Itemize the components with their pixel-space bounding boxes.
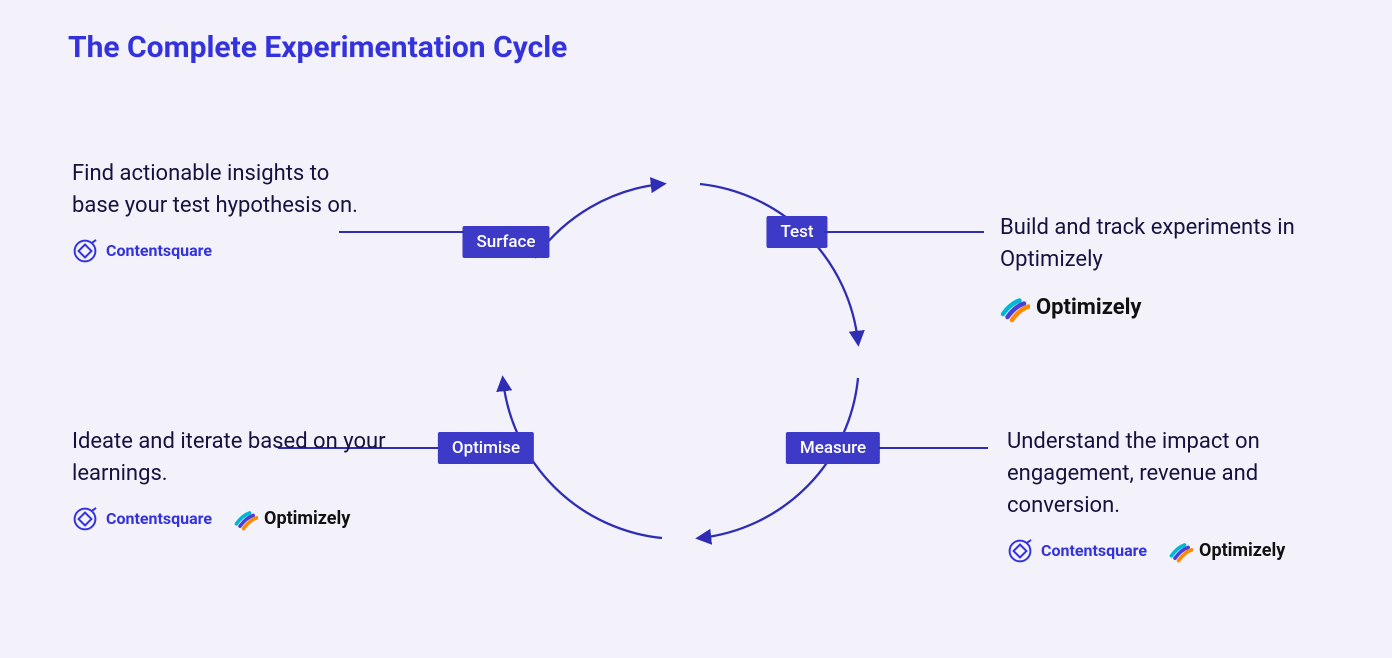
contentsquare-icon (72, 506, 98, 532)
block-test: Build and track experiments in Optimizel… (1000, 212, 1310, 324)
node-surface: Surface (462, 226, 549, 258)
node-measure: Measure (786, 432, 880, 464)
contentsquare-label: Contentsquare (106, 239, 212, 262)
connector-measure (878, 447, 988, 449)
optimizely-logo: Optimizely (1169, 538, 1285, 564)
optimizely-logo: Optimizely (234, 506, 350, 532)
block-surface: Find actionable insights to base your te… (72, 158, 362, 264)
contentsquare-label: Contentsquare (1041, 539, 1147, 562)
connector-test (824, 231, 984, 233)
measure-text: Understand the impact on engagement, rev… (1007, 426, 1327, 522)
optimizely-label: Optimizely (1036, 292, 1142, 324)
contentsquare-label: Contentsquare (106, 507, 212, 530)
block-optimise: Ideate and iterate based on your learnin… (72, 426, 412, 532)
optimise-text: Ideate and iterate based on your learnin… (72, 426, 412, 490)
surface-text: Find actionable insights to base your te… (72, 158, 362, 222)
contentsquare-logo: Contentsquare (72, 238, 212, 264)
node-optimise: Optimise (438, 432, 534, 464)
optimizely-icon (1169, 539, 1193, 563)
optimizely-icon (234, 507, 258, 531)
optimizely-label: Optimizely (1199, 538, 1285, 564)
optimizely-label: Optimizely (264, 506, 350, 532)
contentsquare-logo: Contentsquare (1007, 538, 1147, 564)
optimizely-icon (1000, 293, 1030, 323)
optimizely-logo: Optimizely (1000, 292, 1142, 324)
node-test: Test (766, 216, 827, 248)
contentsquare-icon (72, 238, 98, 264)
diagram-title: The Complete Experimentation Cycle (68, 30, 567, 65)
contentsquare-logo: Contentsquare (72, 506, 212, 532)
test-text: Build and track experiments in Optimizel… (1000, 212, 1310, 276)
diagram-canvas: The Complete Experimentation Cycle Surfa… (0, 0, 1392, 658)
contentsquare-icon (1007, 538, 1033, 564)
block-measure: Understand the impact on engagement, rev… (1007, 426, 1327, 564)
